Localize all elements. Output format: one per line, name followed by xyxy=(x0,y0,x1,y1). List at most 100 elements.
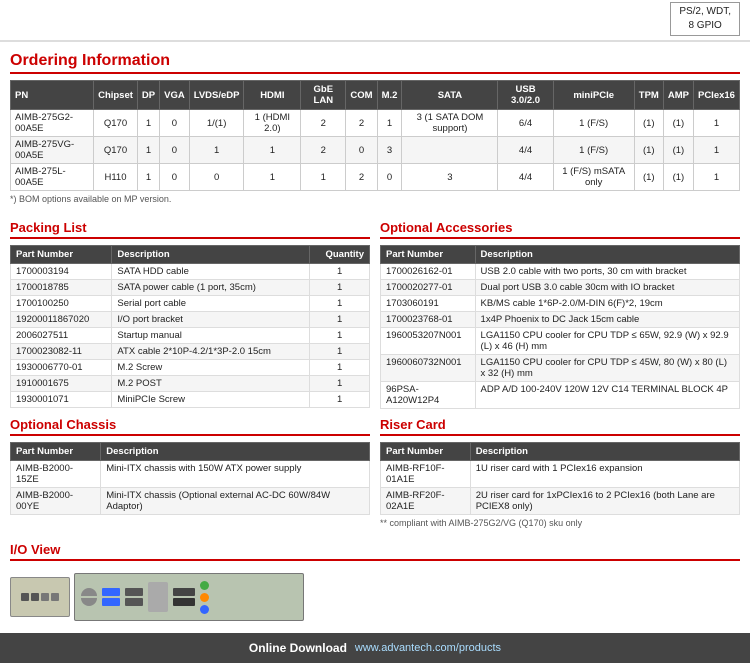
accessory-row: 1960053207N001LGA1150 CPU cooler for CPU… xyxy=(381,328,740,355)
dp-port xyxy=(173,588,195,596)
riser-card-col: Riser Card Part Number Description AIMB-… xyxy=(380,417,740,528)
io-view-image xyxy=(10,567,740,621)
packing-cell-7-2: 1 xyxy=(310,376,370,392)
usb-port-3 xyxy=(125,588,143,596)
ordering-cell-1-13: (1) xyxy=(663,137,693,164)
accessory-cell-3-1: 1x4P Phoenix to DC Jack 15cm cable xyxy=(475,312,739,328)
accessory-row: 1700023768-011x4P Phoenix to DC Jack 15c… xyxy=(381,312,740,328)
ordering-cell-2-3: 0 xyxy=(160,164,190,191)
accessory-cell-1-1: Dual port USB 3.0 cable 30cm with IO bra… xyxy=(475,280,739,296)
ordering-cell-0-2: 1 xyxy=(137,110,159,137)
ordering-cell-1-8: 3 xyxy=(377,137,402,164)
ordering-cell-2-12: (1) xyxy=(634,164,663,191)
acc-col-partnum: Part Number xyxy=(381,246,476,264)
packing-cell-8-2: 1 xyxy=(310,392,370,408)
accessory-cell-2-0: 1703060191 xyxy=(381,296,476,312)
accessory-cell-1-0: 1700020277-01 xyxy=(381,280,476,296)
ordering-cell-1-7: 0 xyxy=(346,137,377,164)
col-com: COM xyxy=(346,81,377,110)
packing-cell-3-2: 1 xyxy=(310,312,370,328)
packing-cell-7-0: 1910001675 xyxy=(11,376,112,392)
riser-col-desc: Description xyxy=(470,443,739,461)
riser-row: AIMB-RF20F-02A1E2U riser card for 1xPCIe… xyxy=(381,488,740,515)
ordering-cell-1-14: 1 xyxy=(693,137,739,164)
chassis-col-desc: Description xyxy=(101,443,370,461)
ordering-cell-1-2: 1 xyxy=(137,137,159,164)
riser-cell-0-0: AIMB-RF10F-01A1E xyxy=(381,461,471,488)
ordering-cell-2-6: 1 xyxy=(301,164,346,191)
packing-cell-5-0: 1700023082-11 xyxy=(11,344,112,360)
ordering-cell-1-3: 0 xyxy=(160,137,190,164)
accessory-row: 1700020277-01Dual port USB 3.0 cable 30c… xyxy=(381,280,740,296)
packing-row: 1700018785SATA power cable (1 port, 35cm… xyxy=(11,280,370,296)
ordering-cell-0-3: 0 xyxy=(160,110,190,137)
ordering-row: AIMB-275VG-00A5EQ17010112034/41 (F/S)(1)… xyxy=(11,137,740,164)
io-view-title: I/O View xyxy=(10,542,740,561)
two-col-lower: Optional Chassis Part Number Description… xyxy=(0,417,750,536)
col-m2: M.2 xyxy=(377,81,402,110)
col-lvds: LVDS/eDP xyxy=(189,81,244,110)
ordering-cell-2-14: 1 xyxy=(693,164,739,191)
audio-jack-1 xyxy=(200,581,209,590)
packing-list-col: Packing List Part Number Description Qua… xyxy=(10,220,370,409)
ordering-note: *) BOM options available on MP version. xyxy=(10,194,740,204)
port-1 xyxy=(21,593,29,601)
riser-cell-1-0: AIMB-RF20F-02A1E xyxy=(381,488,471,515)
ordering-cell-2-5: 1 xyxy=(244,164,301,191)
ps2-port-2 xyxy=(81,598,97,606)
col-minipcie: miniPCIe xyxy=(553,81,634,110)
acc-col-desc: Description xyxy=(475,246,739,264)
packing-row: 1930001071MiniPCIe Screw1 xyxy=(11,392,370,408)
packing-cell-0-0: 1700003194 xyxy=(11,264,112,280)
packing-cell-1-1: SATA power cable (1 port, 35cm) xyxy=(112,280,310,296)
col-amp: AMP xyxy=(663,81,693,110)
optional-accessories-table: Part Number Description 1700026162-01USB… xyxy=(380,245,740,409)
chassis-row: AIMB-B2000-00YEMini-ITX chassis (Optiona… xyxy=(11,488,370,515)
packing-row: 1910001675M.2 POST1 xyxy=(11,376,370,392)
io-block-1 xyxy=(10,577,70,617)
online-download-url[interactable]: www.advantech.com/products xyxy=(355,642,501,654)
col-gbe: GbE LAN xyxy=(301,81,346,110)
ordering-cell-1-6: 2 xyxy=(301,137,346,164)
packing-row: 1700100250Serial port cable1 xyxy=(11,296,370,312)
packing-cell-4-2: 1 xyxy=(310,328,370,344)
accessory-cell-4-1: LGA1150 CPU cooler for CPU TDP ≤ 65W, 92… xyxy=(475,328,739,355)
packing-list-title: Packing List xyxy=(10,220,370,239)
packing-cell-5-1: ATX cable 2*10P-4.2/1*3P-2.0 15cm xyxy=(112,344,310,360)
accessory-cell-5-1: LGA1150 CPU cooler for CPU TDP ≤ 45W, 80… xyxy=(475,355,739,382)
ordering-cell-1-0: AIMB-275VG-00A5E xyxy=(11,137,94,164)
port-2 xyxy=(31,593,39,601)
chassis-row: AIMB-B2000-15ZEMini-ITX chassis with 150… xyxy=(11,461,370,488)
col-vga: VGA xyxy=(160,81,190,110)
riser-card-title: Riser Card xyxy=(380,417,740,436)
spec-label: PS/2, WDT, 8 GPIO xyxy=(679,6,731,31)
usb-port-4 xyxy=(125,598,143,606)
ps2-port-1 xyxy=(81,588,97,596)
packing-row: 19200011867020I/O port bracket1 xyxy=(11,312,370,328)
packing-cell-0-2: 1 xyxy=(310,264,370,280)
packing-cell-0-1: SATA HDD cable xyxy=(112,264,310,280)
packing-row: 1700023082-11ATX cable 2*10P-4.2/1*3P-2.… xyxy=(11,344,370,360)
packing-col-desc: Description xyxy=(112,246,310,264)
col-pciex16: PCIex16 xyxy=(693,81,739,110)
riser-col-partnum: Part Number xyxy=(381,443,471,461)
usb-port-1 xyxy=(102,588,120,596)
optional-chassis-title: Optional Chassis xyxy=(10,417,370,436)
lan-port xyxy=(148,582,168,612)
audio-ports xyxy=(200,581,209,614)
col-usb: USB 3.0/2.0 xyxy=(498,81,553,110)
optional-accessories-title: Optional Accessories xyxy=(380,220,740,239)
packing-cell-1-2: 1 xyxy=(310,280,370,296)
accessory-cell-3-0: 1700023768-01 xyxy=(381,312,476,328)
io-panel-main xyxy=(74,573,304,621)
accessory-cell-0-0: 1700026162-01 xyxy=(381,264,476,280)
packing-row: 1930006770-01M.2 Screw1 xyxy=(11,360,370,376)
accessory-row: 96PSA-A120W12P4ADP A/D 100-240V 120W 12V… xyxy=(381,382,740,409)
packing-cell-7-1: M.2 POST xyxy=(112,376,310,392)
accessory-row: 1960060732N001LGA1150 CPU cooler for CPU… xyxy=(381,355,740,382)
accessory-cell-6-1: ADP A/D 100-240V 120W 12V C14 TERMINAL B… xyxy=(475,382,739,409)
ordering-cell-2-4: 0 xyxy=(189,164,244,191)
ordering-cell-1-12: (1) xyxy=(634,137,663,164)
ordering-cell-0-1: Q170 xyxy=(94,110,138,137)
accessory-cell-5-0: 1960060732N001 xyxy=(381,355,476,382)
